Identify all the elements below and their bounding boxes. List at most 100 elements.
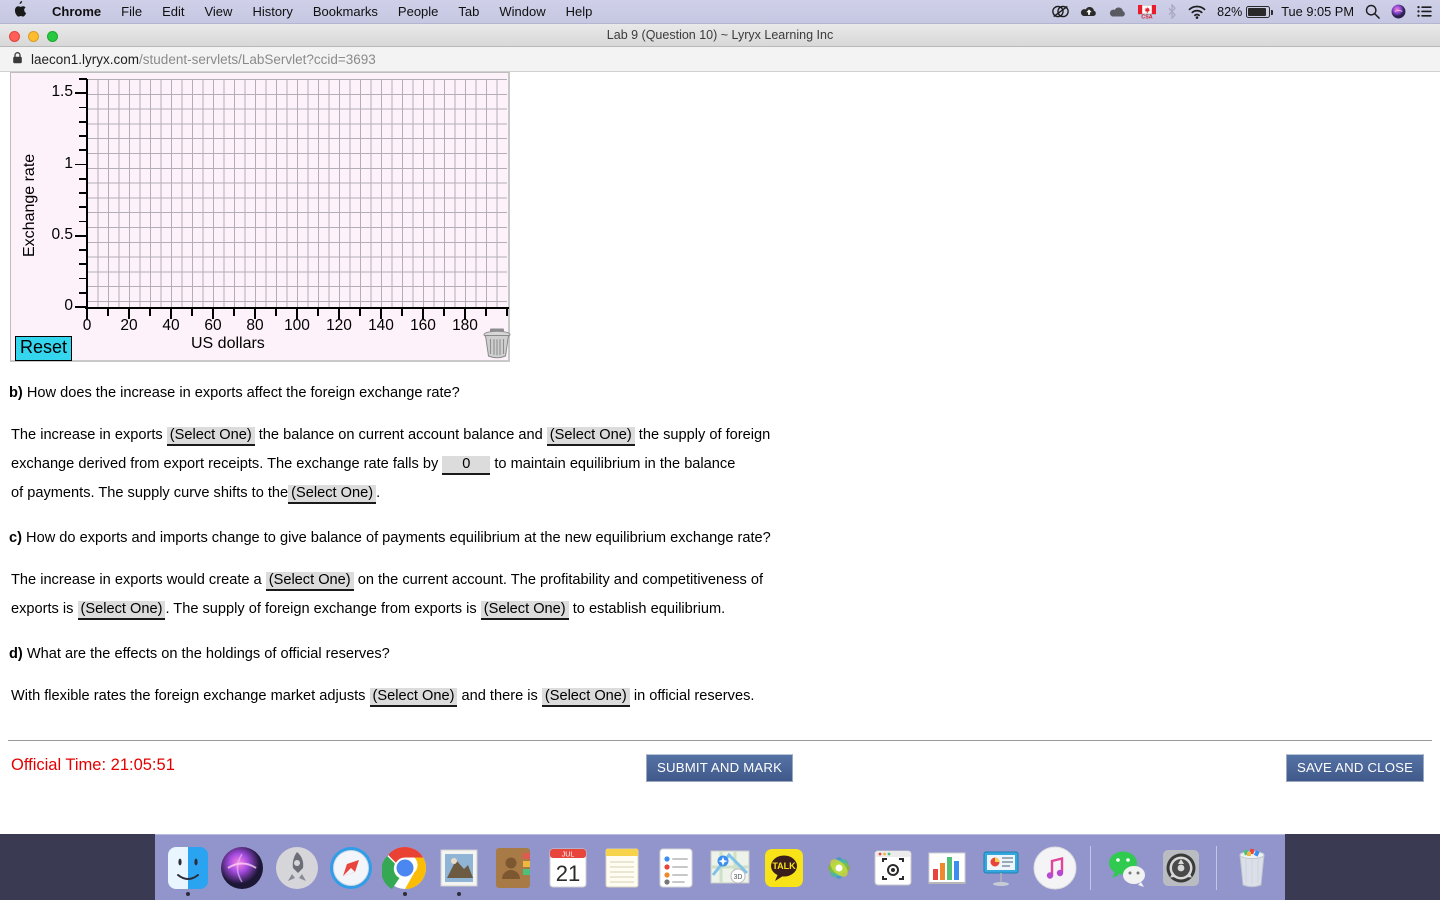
qd-text-2: and there is [461, 688, 538, 704]
zoom-window-button[interactable] [47, 31, 58, 42]
dock-item-itunes[interactable] [1030, 839, 1080, 897]
dock-item-google-chrome[interactable] [380, 839, 430, 897]
notes-icon [605, 848, 639, 887]
chart-x-tick [401, 309, 403, 316]
dock-item-reminders[interactable] [651, 839, 701, 897]
dock-item-finder[interactable] [163, 839, 213, 897]
menu-item-chrome[interactable]: Chrome [42, 4, 111, 19]
qc-select-1[interactable]: (Select One) [265, 572, 354, 591]
dock-item-notes[interactable] [597, 839, 647, 897]
minimize-window-button[interactable] [28, 31, 39, 42]
dock-item-wechat[interactable] [1101, 839, 1151, 897]
menu-item-history[interactable]: History [242, 4, 302, 19]
question-d-line1: With flexible rates the foreign exchange… [11, 688, 754, 707]
dock-item-keynote[interactable] [976, 839, 1026, 897]
menu-item-people[interactable]: People [388, 4, 448, 19]
browser-title-bar: Lab 9 (Question 10) ~ Lyryx Learning Inc [0, 24, 1440, 47]
qc-select-2[interactable]: (Select One) [77, 601, 166, 620]
csa-flag-icon[interactable]: CSA [1138, 4, 1157, 19]
chart-y-tick [79, 177, 87, 180]
siri-icon[interactable] [1391, 4, 1406, 19]
wechat-icon [1108, 851, 1145, 887]
qd-select-1[interactable]: (Select One) [369, 688, 458, 707]
trash-can-icon[interactable] [479, 326, 515, 360]
dock-item-contacts[interactable] [488, 839, 538, 897]
dock-item-maps[interactable]: 3D [705, 839, 755, 897]
exchange-rate-fall-input[interactable]: 0 [442, 456, 491, 475]
save-and-close-button[interactable]: SAVE AND CLOSE [1286, 754, 1425, 782]
dock-item-photos[interactable] [813, 839, 863, 897]
qb-select-1[interactable]: (Select One) [166, 427, 255, 446]
dock-item-trash[interactable] [1227, 839, 1277, 897]
dock-item-calendar[interactable]: JUL 21 [542, 839, 592, 897]
chart-y-tick [79, 263, 87, 266]
running-indicator [402, 891, 407, 896]
reset-button[interactable]: Reset [15, 336, 73, 361]
qb-text-3: the supply of foreign [638, 427, 771, 443]
chart-y-tick [79, 106, 87, 109]
window-title: Lab 9 (Question 10) ~ Lyryx Learning Inc [606, 28, 834, 42]
screenshot-icon [874, 850, 912, 885]
apple-logo-icon[interactable] [14, 1, 28, 20]
bluetooth-icon[interactable] [1167, 4, 1177, 19]
qb-select-2[interactable]: (Select One) [546, 427, 635, 446]
cloud-upload-icon[interactable] [1080, 5, 1098, 18]
trash-icon [1239, 848, 1265, 887]
dock-item-kakaotalk[interactable]: TALK [759, 839, 809, 897]
spotlight-search-icon[interactable] [1365, 4, 1380, 19]
dock-item-safari[interactable] [326, 839, 376, 897]
browser-url-bar[interactable]: laecon1.lyryx.com/student-servlets/LabSe… [0, 47, 1440, 72]
chart-y-tick [79, 78, 87, 80]
chart-x-tick [317, 309, 319, 316]
cloud-icon[interactable] [1109, 6, 1127, 18]
question-b-line2: exchange derived from export receipts. T… [11, 456, 735, 475]
creative-cloud-icon[interactable] [1052, 4, 1070, 19]
qb-select-3[interactable]: (Select One) [288, 485, 377, 504]
close-window-button[interactable] [9, 31, 20, 42]
menu-item-bookmarks[interactable]: Bookmarks [303, 4, 388, 19]
dock-separator [1215, 845, 1217, 890]
chart-y-tick [79, 277, 87, 280]
chart-y-tick [79, 249, 87, 251]
question-b-heading: b) How does the increase in exports affe… [9, 385, 460, 401]
chart-y-tick [75, 306, 87, 308]
qd-select-2[interactable]: (Select One) [541, 688, 630, 707]
dock-item-screenshot[interactable] [868, 839, 918, 897]
qc-select-3[interactable]: (Select One) [480, 601, 569, 620]
dock-item-mail[interactable] [434, 839, 484, 897]
menu-item-window[interactable]: Window [489, 4, 555, 19]
calendar-month-label: JUL [561, 851, 574, 858]
chart-plot-area[interactable] [87, 79, 507, 307]
photos-icon [827, 856, 850, 879]
qb-text-7: . [376, 485, 381, 501]
menu-item-help[interactable]: Help [556, 4, 603, 19]
chart-y-tick [75, 234, 87, 237]
dock-item-numbers[interactable] [922, 839, 972, 897]
menu-item-view[interactable]: View [194, 4, 242, 19]
dock-item-siri[interactable] [217, 839, 267, 897]
dock-background-left [0, 834, 155, 900]
dock-background-right [1285, 834, 1440, 900]
battery-icon [1246, 5, 1274, 18]
qb-text-2: the balance on current account balance a… [258, 427, 543, 443]
exchange-rate-graph-applet[interactable]: Exchange rate 0 20 40 60 80 100 120 140 160 180 0 0… [10, 72, 511, 362]
menu-bar-clock[interactable]: Tue 9:05 PM [1281, 4, 1354, 19]
chart-y-tick [79, 149, 87, 152]
running-indicator [186, 891, 191, 896]
qc-text-4: . The supply of foreign exchange from ex… [165, 601, 477, 617]
menu-item-tab[interactable]: Tab [448, 4, 489, 19]
chart-x-tick [485, 309, 487, 316]
question-c-heading: c) How do exports and imports change to … [9, 530, 771, 546]
submit-and-mark-button[interactable]: SUBMIT AND MARK [646, 754, 794, 782]
chart-y-tick-label: 0.5 [51, 225, 73, 243]
battery-status[interactable]: 82% [1217, 5, 1274, 19]
dock-item-launchpad[interactable] [271, 839, 321, 897]
chart-x-tick-label: 80 [246, 317, 264, 334]
notification-center-icon[interactable] [1417, 5, 1432, 18]
menu-item-file[interactable]: File [111, 4, 152, 19]
wifi-icon[interactable] [1188, 5, 1206, 19]
menu-item-edit[interactable]: Edit [152, 4, 194, 19]
dock-item-system-preferences[interactable] [1156, 839, 1206, 897]
kakaotalk-label: TALK [773, 861, 797, 871]
chart-x-tick [359, 309, 361, 316]
